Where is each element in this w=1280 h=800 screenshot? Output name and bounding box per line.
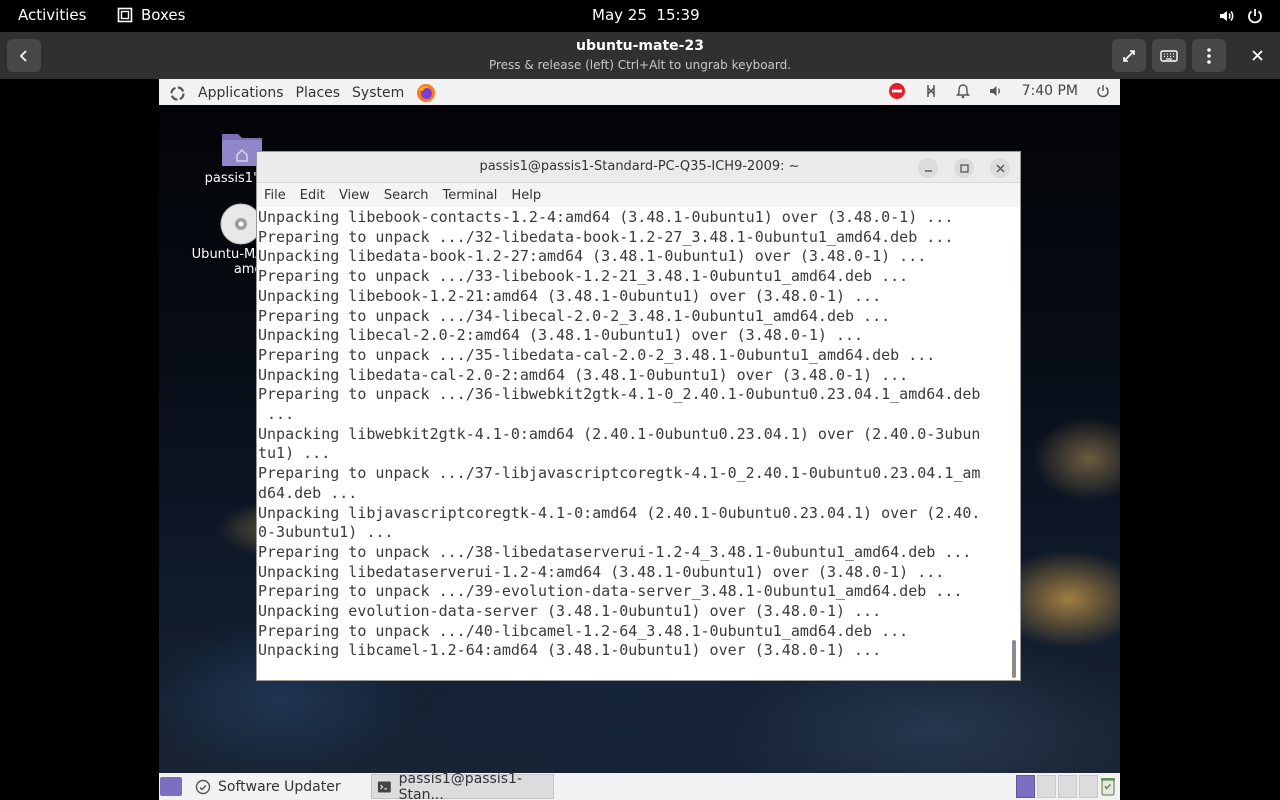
workspace-3[interactable] [1058, 775, 1077, 798]
firefox-icon[interactable] [416, 83, 436, 103]
mate-top-panel: Applications Places System 7:40 PM [159, 79, 1120, 105]
show-desktop-button[interactable] [160, 777, 182, 796]
no-entry-update-icon[interactable] [888, 82, 906, 100]
minimize-icon [924, 169, 932, 172]
terminal-line: Unpacking libedata-cal-2.0-2:amd64 (3.48… [258, 365, 909, 384]
task-label: Software Updater [218, 778, 341, 795]
terminal-line: Preparing to unpack .../37-libjavascript… [258, 464, 981, 483]
terminal-line: Unpacking libebook-1.2-21:amd64 (3.48.1-… [258, 286, 882, 305]
terminal-line: Unpacking libedataserverui-1.2-4:amd64 (… [258, 562, 945, 581]
system-menu[interactable]: System [352, 85, 404, 101]
fullscreen-button[interactable] [1112, 39, 1146, 72]
workspace-4[interactable] [1079, 775, 1098, 798]
terminal-line: ... [258, 405, 295, 424]
terminal-titlebar[interactable]: passis1@passis1-Standard-PC-Q35-ICH9-200… [257, 152, 1020, 183]
terminal-scrollbar[interactable] [1012, 640, 1016, 678]
menu-edit[interactable]: Edit [300, 188, 325, 203]
terminal-line: Unpacking libedata-book-1.2-27:amd64 (3.… [258, 247, 927, 266]
terminal-line: Preparing to unpack .../34-libecal-2.0-2… [258, 306, 891, 325]
workspace-2[interactable] [1037, 775, 1056, 798]
task-label: passis1@passis1-Stan... [398, 770, 522, 800]
places-menu[interactable]: Places [296, 85, 341, 101]
terminal-line: 0-3ubuntu1) ... [258, 523, 394, 542]
keyboard-button[interactable] [1152, 39, 1186, 72]
vm-title: ubuntu-mate-23 [576, 38, 704, 54]
terminal-line: tu1) ... [258, 444, 331, 463]
gnome-top-bar: Activities Boxes May 25 15:39 [0, 0, 1280, 32]
minimize-button[interactable] [918, 158, 938, 178]
close-window-button[interactable] [1240, 39, 1274, 72]
system-tray[interactable] [1218, 7, 1264, 25]
menu-view[interactable]: View [339, 188, 370, 203]
taskbar-terminal[interactable]: passis1@passis1-Stan... [371, 770, 554, 800]
menu-button[interactable] [1192, 39, 1226, 72]
terminal-line: Unpacking evolution-data-server (3.48.1-… [258, 602, 882, 621]
terminal-line: Unpacking libecal-2.0-2:amd64 (3.48.1-0u… [258, 326, 864, 345]
kebab-menu-icon [1207, 47, 1211, 64]
menu-file[interactable]: File [264, 188, 286, 203]
power-icon [1248, 9, 1262, 24]
maximize-icon [959, 163, 969, 173]
trash-icon[interactable] [1100, 776, 1116, 796]
terminal-line: Unpacking libcamel-1.2-64:amd64 (3.48.1-… [258, 641, 882, 660]
boxes-app-icon [117, 7, 133, 23]
terminal-line: Preparing to unpack .../36-libwebkit2gtk… [258, 385, 981, 404]
terminal-window[interactable]: passis1@passis1-Standard-PC-Q35-ICH9-200… [256, 151, 1021, 681]
fullscreen-icon [1123, 49, 1135, 62]
panel-clock[interactable]: 7:40 PM [1022, 83, 1078, 99]
workspace-1[interactable] [1016, 775, 1035, 798]
app-menu-label: Boxes [141, 6, 186, 24]
boxes-header-bar: ubuntu-mate-23 Press & release (left) Ct… [0, 32, 1280, 79]
vm-display[interactable]: Applications Places System 7:40 PM passi… [159, 79, 1120, 800]
menu-terminal[interactable]: Terminal [442, 188, 497, 203]
notification-bell-icon[interactable] [955, 83, 970, 99]
clock[interactable]: May 25 15:39 [592, 6, 700, 24]
terminal-line: d64.deb ... [258, 483, 358, 502]
applications-menu[interactable]: Applications [198, 85, 284, 101]
close-icon [1251, 50, 1263, 61]
taskbar-software-updater[interactable]: Software Updater [190, 774, 365, 799]
menu-search[interactable]: Search [384, 188, 429, 203]
software-updater-icon [195, 779, 211, 794]
terminal-line: Preparing to unpack .../39-evolution-dat… [258, 582, 963, 601]
shutdown-icon[interactable] [1096, 84, 1110, 98]
volume-icon [1220, 11, 1234, 21]
mate-bottom-panel: Software Updater passis1@passis1-Stan... [159, 770, 1120, 800]
terminal-line: Preparing to unpack .../40-libcamel-1.2-… [258, 621, 909, 640]
terminal-output[interactable]: Unpacking libebook-contacts-1.2-4:amd64 … [257, 208, 1009, 680]
maximize-button[interactable] [954, 158, 974, 178]
mate-logo-icon [170, 85, 185, 101]
keyboard-icon [1160, 49, 1178, 62]
terminal-line: Unpacking libwebkit2gtk-4.1-0:amd64 (2.4… [258, 424, 981, 443]
terminal-menubar: File Edit View Search Terminal Help [257, 183, 1020, 207]
vm-subtitle: Press & release (left) Ctrl+Alt to ungra… [488, 58, 792, 72]
terminal-line: Preparing to unpack .../35-libedata-cal-… [258, 345, 936, 364]
network-icon[interactable] [924, 83, 938, 99]
app-menu-boxes[interactable]: Boxes [117, 6, 185, 24]
sound-icon[interactable] [988, 83, 1004, 99]
menu-help[interactable]: Help [511, 188, 541, 203]
terminal-line: Preparing to unpack .../38-libedataserve… [258, 542, 972, 561]
close-icon [996, 164, 1004, 172]
terminal-line: Unpacking libebook-contacts-1.2-4:amd64 … [258, 208, 954, 226]
terminal-line: Unpacking libjavascriptcoregtk-4.1-0:amd… [258, 503, 981, 522]
terminal-icon [377, 781, 391, 792]
close-terminal-button[interactable] [990, 158, 1010, 178]
terminal-line: Preparing to unpack .../32-libedata-book… [258, 227, 954, 246]
terminal-line: Preparing to unpack .../33-libebook-1.2-… [258, 267, 909, 286]
terminal-title: passis1@passis1-Standard-PC-Q35-ICH9-200… [479, 159, 800, 174]
activities-button[interactable]: Activities [18, 6, 86, 24]
